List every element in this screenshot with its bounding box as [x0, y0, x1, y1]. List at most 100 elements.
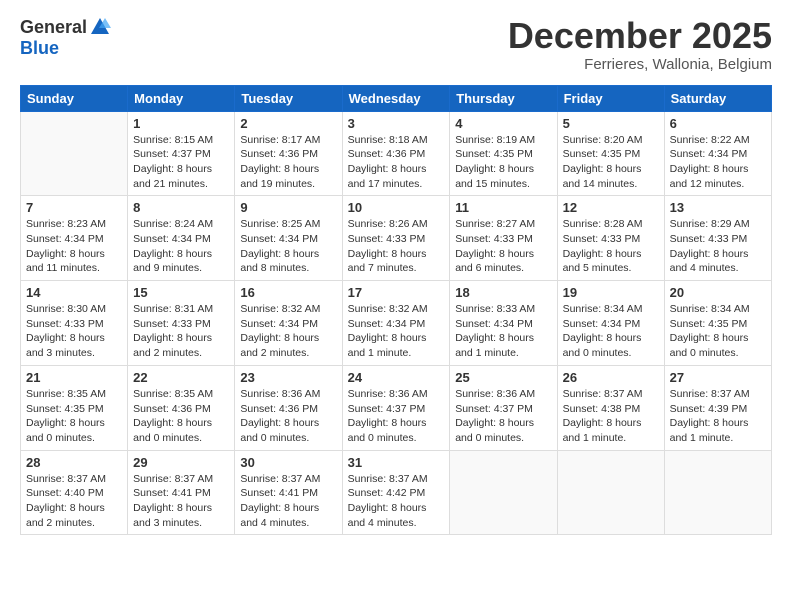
month-title: December 2025 [508, 16, 772, 56]
day-number: 29 [133, 455, 229, 470]
day-number: 5 [563, 116, 659, 131]
day-info: Sunrise: 8:35 AM Sunset: 4:36 PM Dayligh… [133, 387, 229, 446]
calendar-table: SundayMondayTuesdayWednesdayThursdayFrid… [20, 85, 772, 536]
calendar-cell: 8Sunrise: 8:24 AM Sunset: 4:34 PM Daylig… [128, 196, 235, 281]
calendar-cell: 1Sunrise: 8:15 AM Sunset: 4:37 PM Daylig… [128, 111, 235, 196]
day-info: Sunrise: 8:26 AM Sunset: 4:33 PM Dayligh… [348, 217, 445, 276]
header: General Blue December 2025 Ferrieres, Wa… [20, 16, 772, 73]
day-number: 1 [133, 116, 229, 131]
calendar-cell: 27 Sunrise: 8:37 AM Sunset: 4:39 PM Dayli… [664, 365, 771, 450]
calendar-cell: 14Sunrise: 8:30 AM Sunset: 4:33 PM Dayli… [21, 281, 128, 366]
weekday-header-thursday: Thursday [450, 85, 557, 111]
day-info: Sunrise: 8:31 AM Sunset: 4:33 PM Dayligh… [133, 302, 229, 361]
calendar-cell: 31 Sunrise: 8:37 AM Sunset: 4:42 PM Dayli… [342, 450, 450, 535]
calendar-cell [664, 450, 771, 535]
day-number: 4 [455, 116, 551, 131]
calendar-cell: 3 Sunrise: 8:18 AM Sunset: 4:36 PM Daylig… [342, 111, 450, 196]
calendar-cell: 10 Sunrise: 8:26 AM Sunset: 4:33 PM Dayli… [342, 196, 450, 281]
day-number: 27 [670, 370, 766, 385]
day-number: 10 [348, 200, 445, 215]
day-info: Sunrise: 8:27 AM Sunset: 4:33 PM Dayligh… [455, 217, 551, 276]
calendar-cell: 21 Sunrise: 8:35 AM Sunset: 4:35 PM Dayli… [21, 365, 128, 450]
day-info: Sunrise: 8:37 AM Sunset: 4:40 PM Dayligh… [26, 472, 122, 531]
day-number: 18 [455, 285, 551, 300]
calendar-cell: 20Sunrise: 8:34 AM Sunset: 4:35 PM Dayli… [664, 281, 771, 366]
day-info: Sunrise: 8:19 AM Sunset: 4:35 PM Dayligh… [455, 133, 551, 192]
day-number: 28 [26, 455, 122, 470]
calendar-cell: 16Sunrise: 8:32 AM Sunset: 4:34 PM Dayli… [235, 281, 342, 366]
day-number: 21 [26, 370, 122, 385]
day-number: 17 [348, 285, 445, 300]
calendar-cell [21, 111, 128, 196]
calendar-week-row: 1Sunrise: 8:15 AM Sunset: 4:37 PM Daylig… [21, 111, 772, 196]
calendar-cell: 7Sunrise: 8:23 AM Sunset: 4:34 PM Daylig… [21, 196, 128, 281]
day-number: 24 [348, 370, 445, 385]
day-number: 23 [240, 370, 336, 385]
calendar-cell: 19 Sunrise: 8:34 AM Sunset: 4:34 PM Dayli… [557, 281, 664, 366]
calendar-cell: 9 Sunrise: 8:25 AM Sunset: 4:34 PM Daylig… [235, 196, 342, 281]
calendar-cell: 23 Sunrise: 8:36 AM Sunset: 4:36 PM Dayli… [235, 365, 342, 450]
location-subtitle: Ferrieres, Wallonia, Belgium [508, 56, 772, 73]
day-info: Sunrise: 8:37 AM Sunset: 4:42 PM Dayligh… [348, 472, 445, 531]
calendar-cell: 17 Sunrise: 8:32 AM Sunset: 4:34 PM Dayli… [342, 281, 450, 366]
day-info: Sunrise: 8:20 AM Sunset: 4:35 PM Dayligh… [563, 133, 659, 192]
weekday-header-wednesday: Wednesday [342, 85, 450, 111]
title-area: December 2025 Ferrieres, Wallonia, Belgi… [508, 16, 772, 73]
logo-icon [89, 16, 111, 38]
day-info: Sunrise: 8:37 AM Sunset: 4:41 PM Dayligh… [133, 472, 229, 531]
day-info: Sunrise: 8:35 AM Sunset: 4:35 PM Dayligh… [26, 387, 122, 446]
day-info: Sunrise: 8:34 AM Sunset: 4:34 PM Dayligh… [563, 302, 659, 361]
day-number: 8 [133, 200, 229, 215]
calendar-week-row: 14Sunrise: 8:30 AM Sunset: 4:33 PM Dayli… [21, 281, 772, 366]
weekday-header-saturday: Saturday [664, 85, 771, 111]
day-number: 2 [240, 116, 336, 131]
day-info: Sunrise: 8:34 AM Sunset: 4:35 PM Dayligh… [670, 302, 766, 361]
day-info: Sunrise: 8:29 AM Sunset: 4:33 PM Dayligh… [670, 217, 766, 276]
day-info: Sunrise: 8:33 AM Sunset: 4:34 PM Dayligh… [455, 302, 551, 361]
calendar-cell: 30 Sunrise: 8:37 AM Sunset: 4:41 PM Dayli… [235, 450, 342, 535]
calendar-cell: 18 Sunrise: 8:33 AM Sunset: 4:34 PM Dayli… [450, 281, 557, 366]
calendar-week-row: 28 Sunrise: 8:37 AM Sunset: 4:40 PM Dayli… [21, 450, 772, 535]
calendar-cell: 5 Sunrise: 8:20 AM Sunset: 4:35 PM Daylig… [557, 111, 664, 196]
day-number: 22 [133, 370, 229, 385]
day-info: Sunrise: 8:25 AM Sunset: 4:34 PM Dayligh… [240, 217, 336, 276]
day-number: 13 [670, 200, 766, 215]
day-info: Sunrise: 8:37 AM Sunset: 4:41 PM Dayligh… [240, 472, 336, 531]
day-info: Sunrise: 8:17 AM Sunset: 4:36 PM Dayligh… [240, 133, 336, 192]
calendar-cell: 25Sunrise: 8:36 AM Sunset: 4:37 PM Dayli… [450, 365, 557, 450]
weekday-header-monday: Monday [128, 85, 235, 111]
weekday-header-row: SundayMondayTuesdayWednesdayThursdayFrid… [21, 85, 772, 111]
day-info: Sunrise: 8:37 AM Sunset: 4:39 PM Dayligh… [670, 387, 766, 446]
day-number: 3 [348, 116, 445, 131]
calendar-cell: 24Sunrise: 8:36 AM Sunset: 4:37 PM Dayli… [342, 365, 450, 450]
calendar-cell: 29 Sunrise: 8:37 AM Sunset: 4:41 PM Dayli… [128, 450, 235, 535]
calendar-cell [557, 450, 664, 535]
day-info: Sunrise: 8:36 AM Sunset: 4:37 PM Dayligh… [455, 387, 551, 446]
logo-general: General [20, 17, 87, 38]
day-number: 26 [563, 370, 659, 385]
day-number: 12 [563, 200, 659, 215]
calendar-cell: 11Sunrise: 8:27 AM Sunset: 4:33 PM Dayli… [450, 196, 557, 281]
logo-blue: Blue [20, 38, 59, 59]
calendar-cell: 13 Sunrise: 8:29 AM Sunset: 4:33 PM Dayli… [664, 196, 771, 281]
day-info: Sunrise: 8:32 AM Sunset: 4:34 PM Dayligh… [348, 302, 445, 361]
calendar-cell: 15 Sunrise: 8:31 AM Sunset: 4:33 PM Dayli… [128, 281, 235, 366]
calendar-cell: 4 Sunrise: 8:19 AM Sunset: 4:35 PM Daylig… [450, 111, 557, 196]
day-number: 15 [133, 285, 229, 300]
weekday-header-sunday: Sunday [21, 85, 128, 111]
day-info: Sunrise: 8:22 AM Sunset: 4:34 PM Dayligh… [670, 133, 766, 192]
day-number: 9 [240, 200, 336, 215]
day-number: 31 [348, 455, 445, 470]
calendar-cell [450, 450, 557, 535]
day-info: Sunrise: 8:23 AM Sunset: 4:34 PM Dayligh… [26, 217, 122, 276]
calendar-cell: 26 Sunrise: 8:37 AM Sunset: 4:38 PM Dayli… [557, 365, 664, 450]
day-number: 19 [563, 285, 659, 300]
page-container: General Blue December 2025 Ferrieres, Wa… [0, 0, 792, 612]
calendar-cell: 2 Sunrise: 8:17 AM Sunset: 4:36 PM Daylig… [235, 111, 342, 196]
day-info: Sunrise: 8:18 AM Sunset: 4:36 PM Dayligh… [348, 133, 445, 192]
day-info: Sunrise: 8:36 AM Sunset: 4:36 PM Dayligh… [240, 387, 336, 446]
day-info: Sunrise: 8:37 AM Sunset: 4:38 PM Dayligh… [563, 387, 659, 446]
calendar-cell: 28 Sunrise: 8:37 AM Sunset: 4:40 PM Dayli… [21, 450, 128, 535]
day-number: 30 [240, 455, 336, 470]
calendar-cell: 22 Sunrise: 8:35 AM Sunset: 4:36 PM Dayli… [128, 365, 235, 450]
